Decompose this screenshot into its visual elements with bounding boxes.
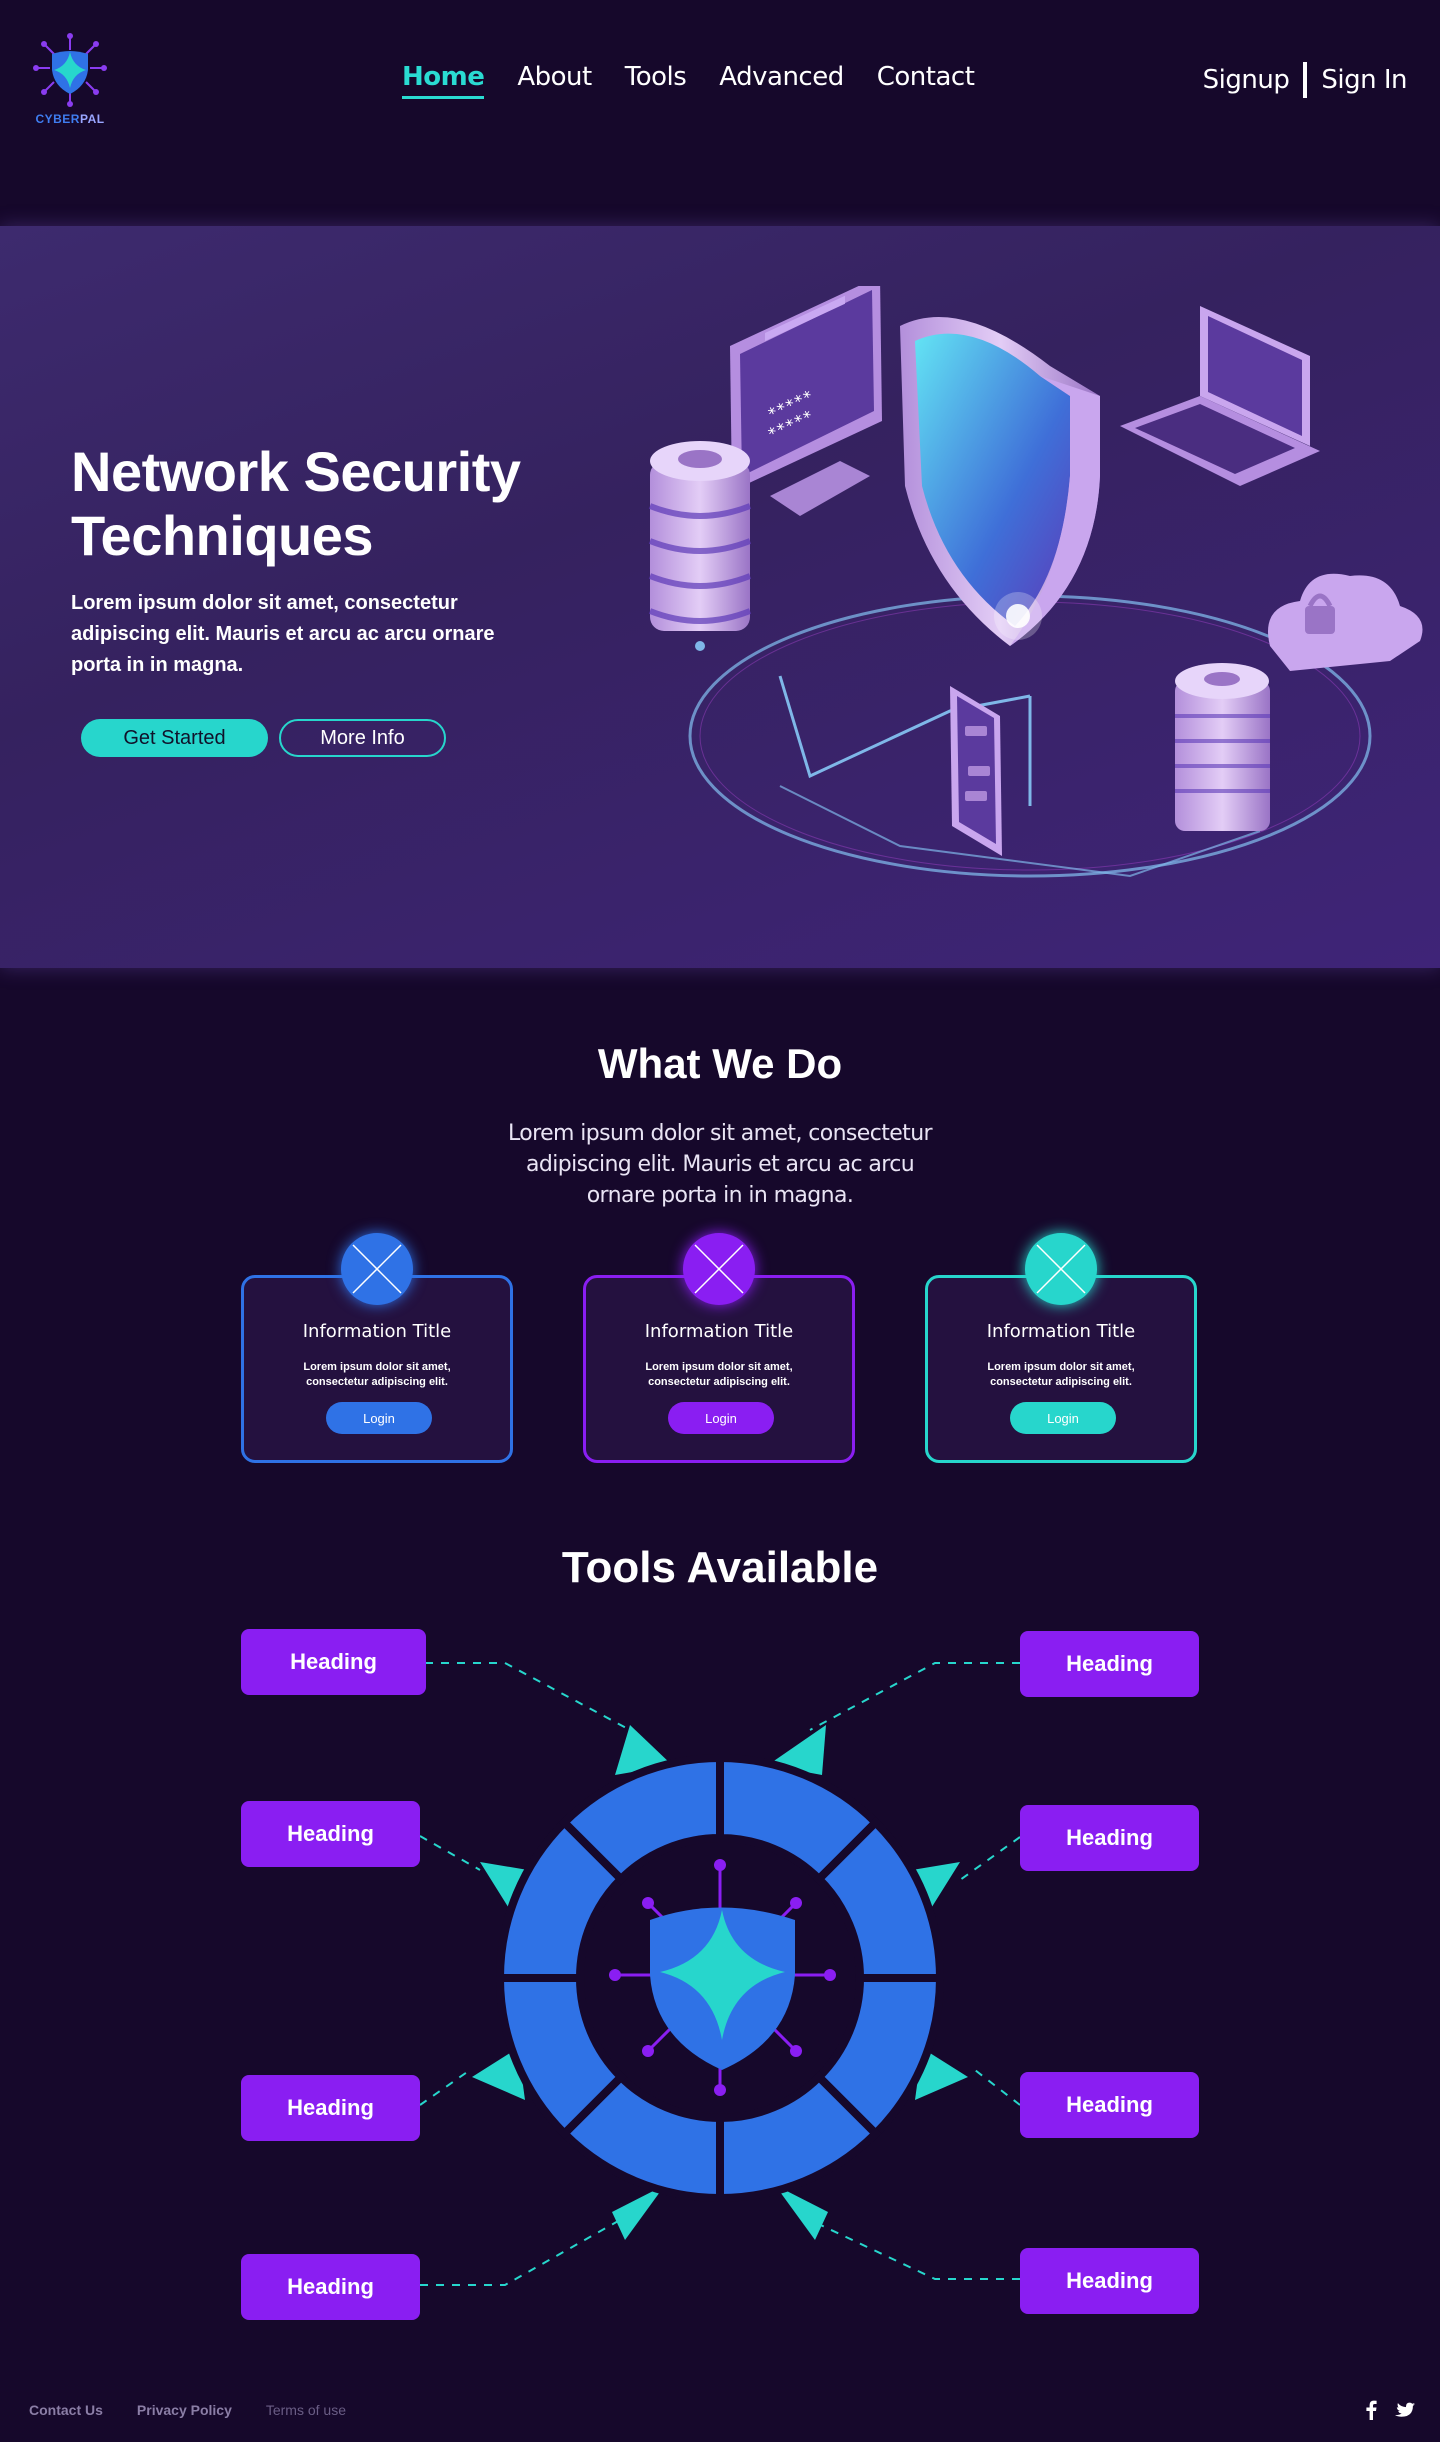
twitter-icon[interactable]	[1395, 2402, 1415, 2419]
info-card-purple: Information Title Lorem ipsum dolor sit …	[583, 1233, 855, 1463]
cloud-lock-graphic	[1268, 573, 1423, 671]
footer-contact-link[interactable]: Contact Us	[29, 2402, 103, 2418]
card-text: Lorem ipsum dolor sit amet, consectetur …	[303, 1361, 451, 1388]
tool-heading-right-4[interactable]: Heading	[1020, 2248, 1199, 2314]
tools-title: Tools Available	[561, 1543, 879, 1592]
close-x-icon	[683, 1233, 755, 1305]
hero-description: Lorem ipsum dolor sit amet, consectetur …	[71, 592, 495, 676]
card-title: Information Title	[302, 1321, 452, 1342]
facebook-icon[interactable]	[1365, 2400, 1377, 2420]
logo-text-pal: PAL	[79, 112, 105, 126]
what-we-do-description: Lorem ipsum dolor sit amet, consectetur …	[507, 1121, 933, 1208]
info-card-teal: Information Title Lorem ipsum dolor sit …	[925, 1233, 1197, 1463]
tools-wheel-graphic	[419, 1662, 1021, 2286]
login-button[interactable]: Login	[326, 1402, 432, 1434]
signup-link[interactable]: Signup	[1203, 65, 1290, 95]
hero-buttons: Get Started More Info	[81, 719, 446, 757]
logo[interactable]: CYBERPAL	[28, 30, 112, 126]
nav-advanced[interactable]: Advanced	[719, 62, 844, 99]
more-info-button[interactable]: More Info	[279, 719, 446, 757]
tool-heading-left-3[interactable]: Heading	[241, 2075, 420, 2141]
footer-terms-link[interactable]: Terms of use	[266, 2402, 346, 2418]
card-title: Information Title	[986, 1321, 1136, 1342]
logo-text-cyber: CYBER	[35, 112, 80, 126]
nav-contact[interactable]: Contact	[877, 62, 975, 99]
what-we-do-title: What We Do	[597, 1040, 843, 1087]
phone-graphic	[950, 686, 1002, 856]
get-started-button[interactable]: Get Started	[81, 719, 268, 757]
site-header: CYBERPAL Home About Tools Advanced Conta…	[0, 0, 1440, 160]
main-nav: Home About Tools Advanced Contact	[402, 62, 975, 99]
card-text: Lorem ipsum dolor sit amet, consectetur …	[987, 1361, 1135, 1388]
database-graphic	[648, 441, 752, 651]
monitor-graphic: ***** *****	[730, 286, 882, 516]
footer-privacy-link[interactable]: Privacy Policy	[137, 2402, 232, 2418]
info-card-blue: Information Title Lorem ipsum dolor sit …	[241, 1233, 513, 1463]
nav-tools[interactable]: Tools	[625, 62, 687, 99]
hero-title: Network Security Techniques	[71, 440, 521, 567]
footer-links: Contact Us Privacy Policy Terms of use	[29, 2402, 346, 2418]
tool-heading-right-2[interactable]: Heading	[1020, 1805, 1199, 1871]
auth-links: Signup Sign In	[1203, 62, 1407, 98]
tool-heading-left-1[interactable]: Heading	[241, 1629, 426, 1695]
shield-logo-icon	[33, 33, 107, 107]
laptop-graphic	[1120, 306, 1320, 486]
tool-heading-right-1[interactable]: Heading	[1020, 1631, 1199, 1697]
login-button[interactable]: Login	[1010, 1402, 1116, 1434]
network-security-illustration: ***** *****	[648, 286, 1423, 878]
auth-divider	[1303, 62, 1308, 98]
card-title: Information Title	[644, 1321, 794, 1342]
close-x-icon	[1025, 1233, 1097, 1305]
tool-heading-left-4[interactable]: Heading	[241, 2254, 420, 2320]
signin-link[interactable]: Sign In	[1321, 65, 1407, 95]
social-links	[1365, 2400, 1415, 2420]
server-graphic	[1175, 663, 1270, 831]
card-text: Lorem ipsum dolor sit amet, consectetur …	[645, 1361, 793, 1388]
nav-home[interactable]: Home	[402, 62, 485, 99]
close-x-icon	[341, 1233, 413, 1305]
logo-text: CYBERPAL	[28, 112, 112, 126]
tool-heading-left-2[interactable]: Heading	[241, 1801, 420, 1867]
tools-diagram: Heading Heading Heading Heading Heading …	[0, 1600, 1440, 2340]
tool-heading-right-3[interactable]: Heading	[1020, 2072, 1199, 2138]
hero-section: Network Security Techniques Lorem ipsum …	[0, 226, 1440, 968]
login-button[interactable]: Login	[668, 1402, 774, 1434]
nav-about[interactable]: About	[517, 62, 592, 99]
